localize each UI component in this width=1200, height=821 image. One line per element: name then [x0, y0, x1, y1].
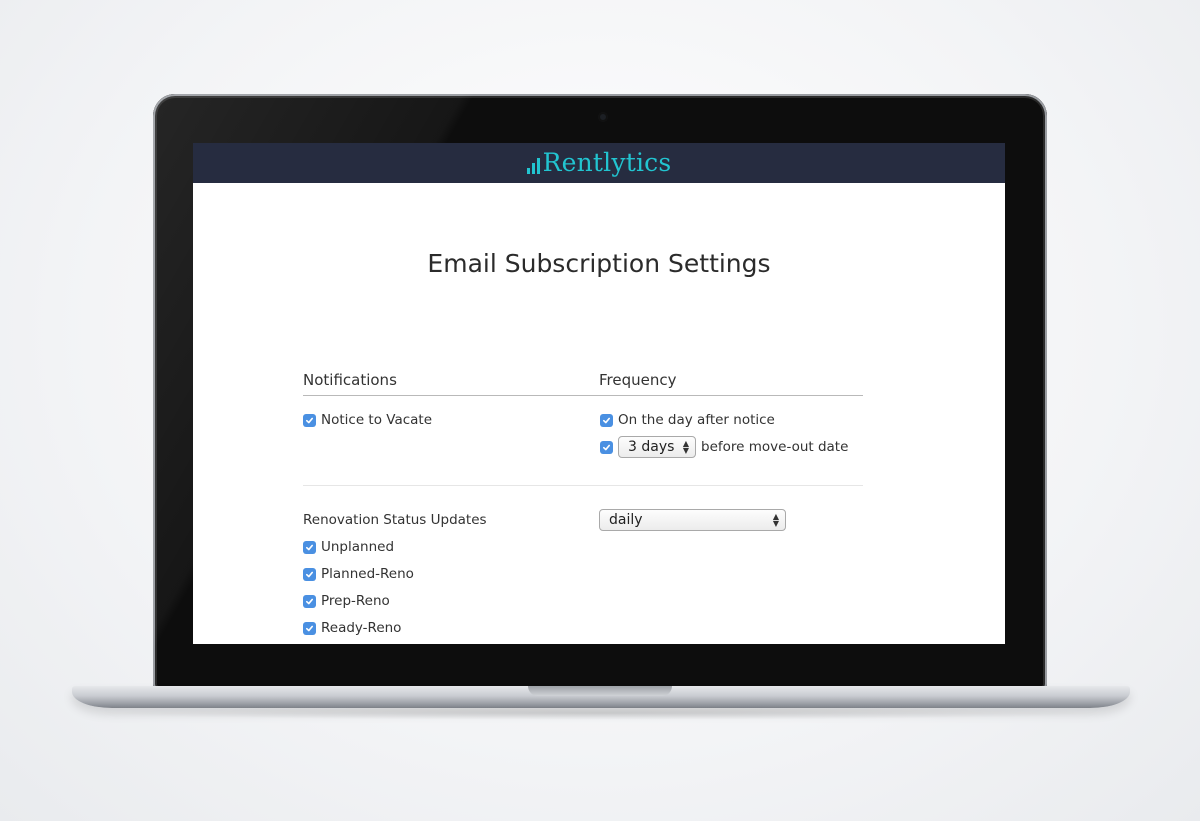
renovation-frequency-select[interactable]: daily ▲ ▼ [599, 509, 786, 531]
status-planned-reno-option: Planned-Reno [303, 566, 414, 582]
notice-to-vacate-option: Notice to Vacate [303, 412, 432, 428]
laptop-shadow [90, 706, 1110, 720]
renovation-status-updates-label: Renovation Status Updates [303, 512, 487, 528]
status-prep-reno-option: Prep-Reno [303, 593, 390, 609]
notifications-column-header: Notifications [303, 371, 397, 389]
day-after-notice-label: On the day after notice [618, 412, 775, 428]
page-title: Email Subscription Settings [427, 249, 771, 278]
top-navbar: Rentlytics [193, 143, 1005, 183]
ready-reno-checkbox[interactable] [303, 621, 316, 635]
unplanned-label: Unplanned [321, 539, 395, 555]
notice-to-vacate-checkbox[interactable] [303, 413, 316, 427]
notice-to-vacate-label: Notice to Vacate [321, 412, 433, 428]
days-before-select[interactable]: 3 days ▲ ▼ [618, 436, 696, 458]
day-after-notice-checkbox[interactable] [600, 413, 613, 427]
prep-reno-checkbox[interactable] [303, 594, 316, 608]
days-before-moveout-option: 3 days ▲ ▼ before move-out date [600, 436, 848, 458]
days-before-select-value: 3 days [628, 439, 675, 455]
status-unplanned-option: Unplanned [303, 539, 394, 555]
header-divider [303, 395, 863, 396]
before-moveout-label: before move-out date [701, 439, 849, 455]
ready-reno-label: Ready-Reno [321, 620, 402, 636]
planned-reno-checkbox[interactable] [303, 567, 316, 581]
day-after-notice-option: On the day after notice [600, 412, 775, 428]
planned-reno-label: Planned-Reno [321, 566, 414, 582]
unplanned-checkbox[interactable] [303, 540, 316, 554]
webcam-icon [598, 112, 608, 122]
bar-chart-icon [526, 156, 540, 174]
renovation-frequency: daily ▲ ▼ [599, 509, 786, 531]
laptop-hinge-notch [528, 686, 672, 696]
status-ready-reno-option: Ready-Reno [303, 620, 401, 636]
brand-logo[interactable]: Rentlytics [526, 148, 672, 178]
section-divider [303, 485, 863, 486]
brand-name: Rentlytics [542, 148, 672, 177]
select-arrows-icon: ▲ ▼ [772, 512, 779, 528]
prep-reno-label: Prep-Reno [321, 593, 390, 609]
laptop-screen: Rentlytics Email Subscription Settings N… [193, 143, 1005, 644]
days-before-moveout-checkbox[interactable] [600, 440, 613, 454]
select-arrows-icon: ▲ ▼ [682, 439, 689, 455]
renovation-frequency-value: daily [609, 512, 643, 528]
frequency-column-header: Frequency [599, 371, 677, 389]
